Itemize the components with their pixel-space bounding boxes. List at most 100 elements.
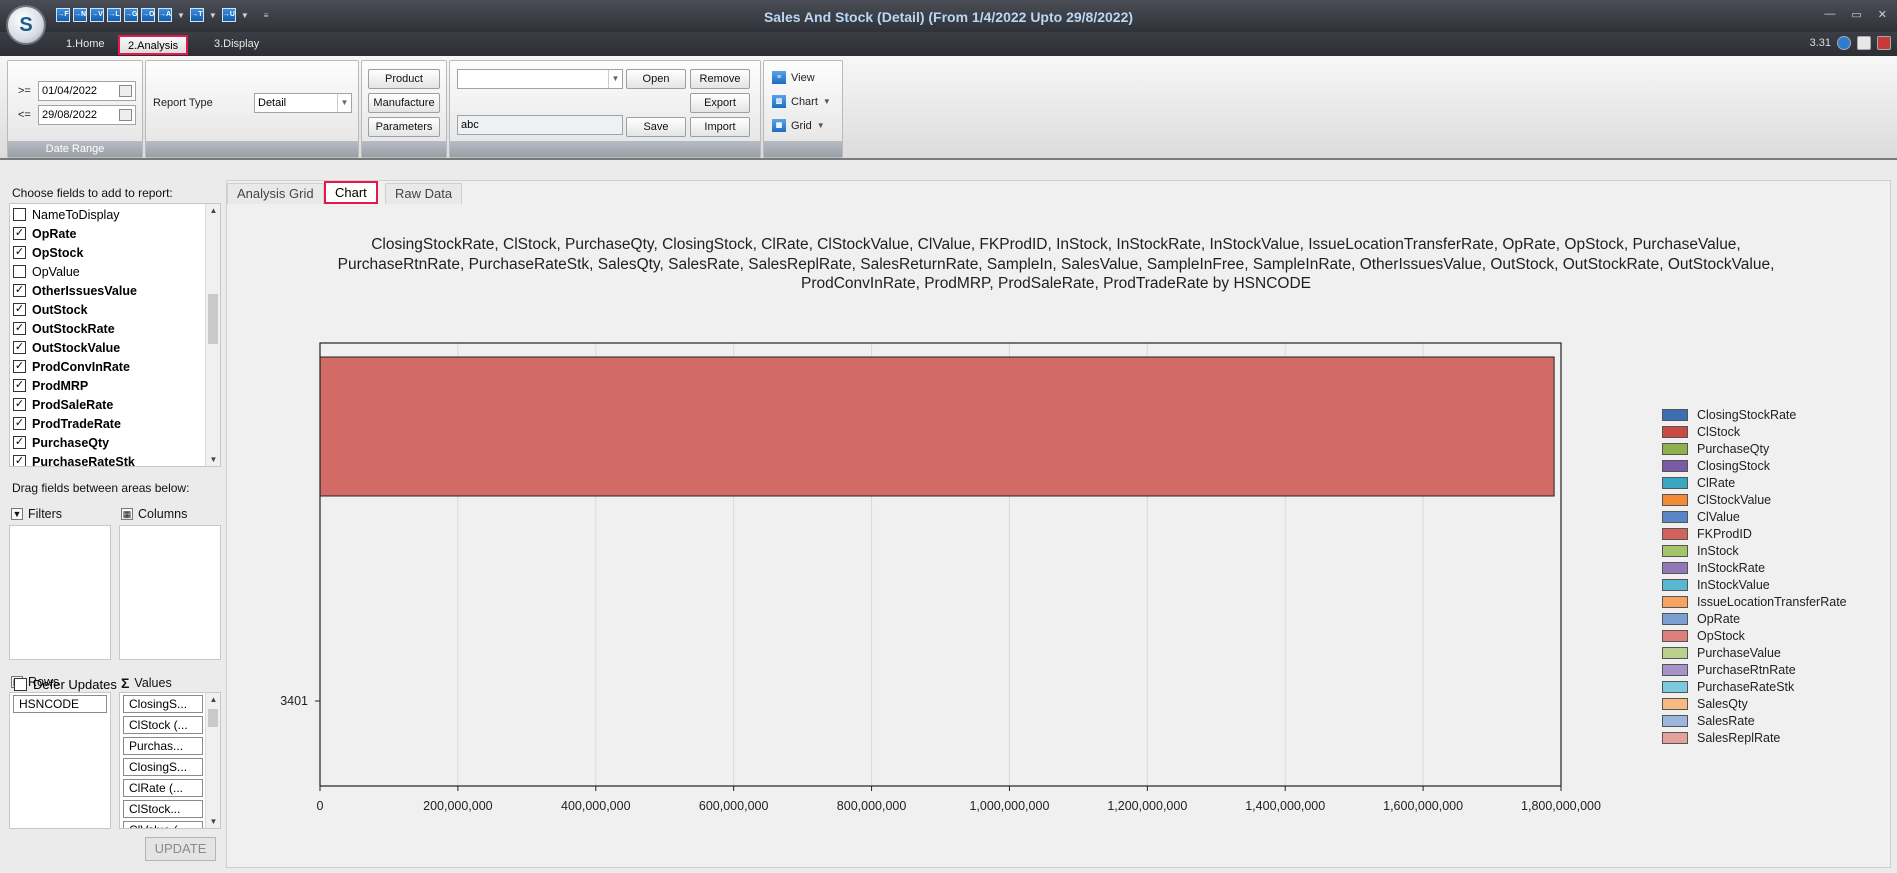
checkbox[interactable]: ✓: [13, 398, 26, 411]
help-icon[interactable]: [1837, 36, 1851, 50]
legend-swatch: [1662, 460, 1688, 472]
checkbox[interactable]: ✓: [13, 227, 26, 240]
value-field-pill[interactable]: ClRate (...: [123, 779, 203, 797]
product-button[interactable]: Product: [368, 69, 440, 89]
maximize-icon[interactable]: ▭: [1851, 8, 1861, 21]
remove-button[interactable]: Remove: [690, 69, 750, 89]
from-date-field[interactable]: 01/04/2022: [38, 81, 136, 101]
field-item[interactable]: ✓ OutStockRate: [13, 319, 115, 338]
row-field-pill[interactable]: HSNCODE: [13, 695, 107, 713]
checkbox[interactable]: [13, 208, 26, 221]
field-item[interactable]: OpValue: [13, 262, 80, 281]
view-button[interactable]: ≡ View: [772, 71, 815, 84]
values-scrollbar[interactable]: ▲ ▼: [205, 693, 220, 828]
update-button[interactable]: UPDATE: [145, 837, 216, 861]
chevron-down-icon[interactable]: ▼: [823, 97, 831, 106]
value-field-pill[interactable]: ClStock...: [123, 800, 203, 818]
field-item[interactable]: ✓ OtherIssuesValue: [13, 281, 137, 300]
checkbox[interactable]: ✓: [13, 341, 26, 354]
field-item[interactable]: ✓ OutStockValue: [13, 338, 120, 357]
field-item[interactable]: ✓ ProdSaleRate: [13, 395, 113, 414]
legend-item: ClValue: [1662, 510, 1740, 524]
calendar-icon[interactable]: [119, 85, 132, 97]
checkbox[interactable]: ✓: [13, 379, 26, 392]
chevron-down-icon[interactable]: ▼: [608, 70, 622, 88]
grid-button[interactable]: ▦ Grid ▼: [772, 119, 825, 132]
export-button[interactable]: Export: [690, 93, 750, 113]
calendar-icon[interactable]: [119, 109, 132, 121]
field-name: OpValue: [32, 264, 80, 279]
report-type-select[interactable]: Detail ▼: [254, 93, 352, 113]
checkbox[interactable]: ✓: [13, 322, 26, 335]
chevron-down-icon[interactable]: ▼: [817, 121, 825, 130]
layout-group: ▼ Open Remove Export abc Save Import: [449, 60, 761, 158]
legend-swatch: [1662, 664, 1688, 676]
value-field-pill[interactable]: Purchas...: [123, 737, 203, 755]
to-date-field[interactable]: 29/08/2022: [38, 105, 136, 125]
checkbox[interactable]: ✓: [13, 436, 26, 449]
legend-swatch: [1662, 528, 1688, 540]
checkbox[interactable]: ✓: [13, 417, 26, 430]
field-item[interactable]: ✓ OutStock: [13, 300, 88, 319]
values-header: Σ Values: [121, 675, 172, 691]
import-button[interactable]: Import: [690, 117, 750, 137]
document-icon[interactable]: [1857, 36, 1871, 50]
checkbox[interactable]: ✓: [13, 303, 26, 316]
value-field-pill[interactable]: ClStock (...: [123, 716, 203, 734]
checkbox[interactable]: ✓: [13, 284, 26, 297]
legend-swatch: [1662, 698, 1688, 710]
field-item[interactable]: ✓ PurchaseQty: [13, 433, 109, 452]
value-field-pill[interactable]: ClosingS...: [123, 758, 203, 776]
field-item[interactable]: ✓ ProdMRP: [13, 376, 88, 395]
value-field-pill[interactable]: ClValue (...: [123, 821, 203, 828]
tab-chart[interactable]: Chart: [324, 181, 378, 204]
scroll-down-icon[interactable]: ▼: [206, 817, 220, 826]
legend-item: InStock: [1662, 544, 1739, 558]
app-logo[interactable]: S: [6, 5, 46, 45]
values-area[interactable]: ClValue (... ClStock... ClRate (... Closing…: [119, 692, 221, 829]
layout-select[interactable]: ▼: [457, 69, 623, 89]
rows-area[interactable]: HSNCODE: [9, 692, 111, 829]
layout-name-input[interactable]: abc: [457, 115, 623, 135]
legend-item: ClStockValue: [1662, 493, 1771, 507]
value-field-pill[interactable]: ClosingS...: [123, 695, 203, 713]
chevron-down-icon[interactable]: ▼: [337, 94, 351, 112]
checkbox[interactable]: ✓: [13, 455, 26, 466]
legend-item: ClosingStockRate: [1662, 408, 1796, 422]
tab-raw-data[interactable]: Raw Data: [385, 183, 463, 204]
checkbox[interactable]: ✓: [13, 246, 26, 259]
tab-display[interactable]: 3.Display: [206, 35, 267, 55]
field-list-scrollbar[interactable]: ▲ ▼: [205, 204, 220, 466]
minimize-icon[interactable]: —: [1824, 8, 1835, 21]
field-item[interactable]: NameToDisplay: [13, 205, 120, 224]
scroll-down-icon[interactable]: ▼: [206, 455, 220, 464]
columns-area[interactable]: [119, 525, 221, 660]
exit-icon[interactable]: [1877, 36, 1891, 50]
tab-analysis-grid[interactable]: Analysis Grid: [227, 183, 324, 204]
scroll-thumb[interactable]: [208, 294, 218, 344]
checkbox[interactable]: [13, 265, 26, 278]
open-button[interactable]: Open: [626, 69, 686, 89]
parameters-button[interactable]: Parameters: [368, 117, 440, 137]
defer-updates-checkbox[interactable]: Defer Updates: [14, 677, 117, 692]
legend-label: ClStock: [1697, 425, 1741, 439]
legend-swatch: [1662, 596, 1688, 608]
chart-button[interactable]: ▥ Chart ▼: [772, 95, 831, 108]
tab-home[interactable]: 1.Home: [58, 35, 113, 55]
save-button[interactable]: Save: [626, 117, 686, 137]
checkbox[interactable]: ✓: [13, 360, 26, 373]
scroll-thumb[interactable]: [208, 709, 218, 727]
checkbox[interactable]: [14, 678, 27, 691]
field-item[interactable]: ✓ PurchaseRateStk: [13, 452, 135, 466]
field-item[interactable]: ✓ ProdTradeRate: [13, 414, 121, 433]
legend-label: ClosingStock: [1697, 459, 1770, 473]
manufacture-button[interactable]: Manufacture: [368, 93, 440, 113]
tab-analysis[interactable]: 2.Analysis: [118, 35, 189, 55]
field-item[interactable]: ✓ OpStock: [13, 243, 83, 262]
filters-area[interactable]: [9, 525, 111, 660]
field-item[interactable]: ✓ OpRate: [13, 224, 76, 243]
close-icon[interactable]: ✕: [1878, 8, 1887, 21]
scroll-up-icon[interactable]: ▲: [206, 206, 220, 215]
field-item[interactable]: ✓ ProdConvInRate: [13, 357, 130, 376]
scroll-up-icon[interactable]: ▲: [206, 695, 220, 704]
